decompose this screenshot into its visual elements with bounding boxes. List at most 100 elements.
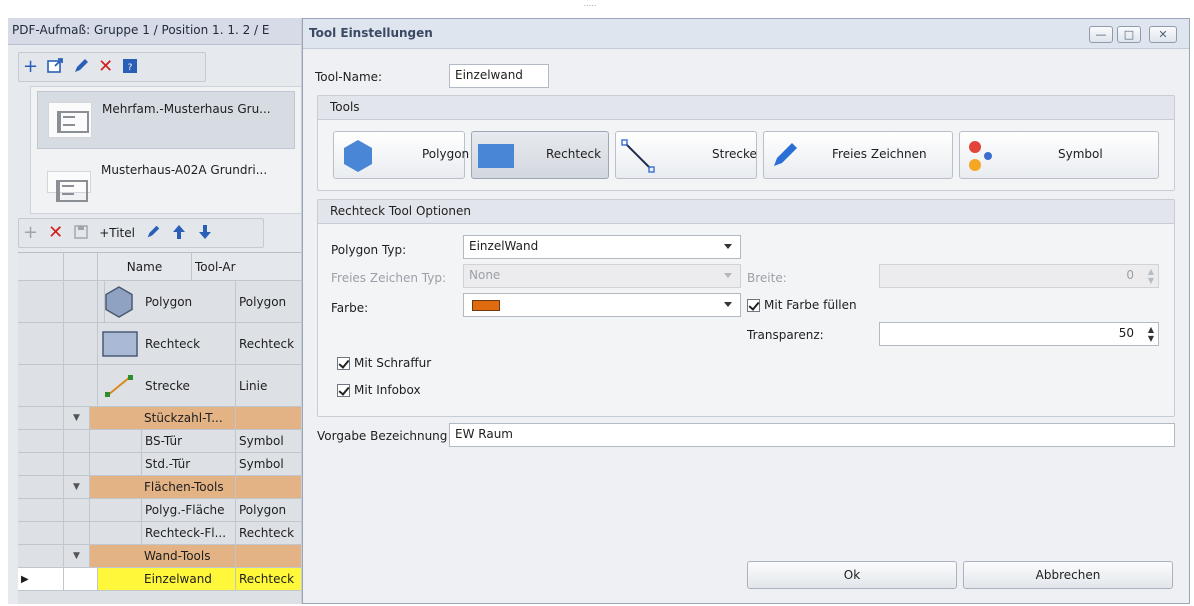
- group-name: Stückzahl-T...: [90, 407, 236, 429]
- collapse-icon[interactable]: ▼: [64, 407, 90, 429]
- svg-text:?: ?: [128, 63, 133, 73]
- row-spacer: [90, 522, 142, 544]
- cancel-button[interactable]: Abbrechen: [963, 561, 1173, 589]
- chevron-down-icon: [724, 244, 732, 249]
- arrow-up-icon[interactable]: [171, 224, 187, 243]
- document-name: Musterhaus-A02A Grundri...: [101, 163, 268, 177]
- row-spacer: [90, 453, 142, 475]
- collapse-icon[interactable]: ▼: [64, 545, 90, 567]
- checkbox-checked-icon: [337, 356, 350, 370]
- checkbox-checked-icon: [747, 298, 760, 312]
- row-indicator: [18, 323, 64, 364]
- spinner-icon: ▲ ▼: [1147, 267, 1154, 285]
- rectangle-icon: [102, 331, 138, 360]
- table-row[interactable]: BS-Tür Symbol: [18, 430, 301, 453]
- splitter-grip[interactable]: .....: [560, 0, 620, 8]
- row-name: Polygon: [142, 281, 236, 322]
- mit-farbe-checkbox[interactable]: Mit Farbe füllen: [747, 298, 857, 312]
- document-name: Mehrfam.-Musterhaus Gru...: [102, 102, 271, 116]
- table-row[interactable]: Rechteck Rechteck: [18, 323, 301, 365]
- tool-button-label: Rechteck: [546, 147, 602, 161]
- line-icon: [621, 139, 655, 173]
- vorgabe-input[interactable]: EW Raum: [449, 423, 1175, 447]
- line-icon: [104, 373, 134, 402]
- polygon-type-label: Polygon Typ:: [331, 243, 407, 257]
- polygon-type-value: EinzelWand: [469, 239, 539, 253]
- delete-icon[interactable]: ✕: [98, 58, 113, 76]
- freies-typ-label: Freies Zeichen Typ:: [331, 271, 447, 285]
- tool-button-polygon[interactable]: Polygon: [333, 131, 469, 179]
- collapse-icon[interactable]: ▼: [64, 476, 90, 498]
- transparenz-label: Transparenz:: [747, 328, 824, 342]
- mit-infobox-checkbox[interactable]: Mit Infobox: [337, 383, 421, 397]
- row-tool: Symbol: [236, 430, 301, 452]
- tool-button-label: Polygon: [422, 147, 470, 161]
- minimize-button[interactable]: —: [1089, 26, 1113, 43]
- chevron-down-icon: [724, 302, 732, 307]
- transparenz-spinner[interactable]: 50 ▲ ▼: [879, 322, 1159, 346]
- column-header-name[interactable]: Name: [98, 253, 192, 280]
- row-pointer-icon: ▶: [18, 568, 64, 590]
- hexagon-icon: [344, 140, 372, 172]
- row-indicator: [18, 499, 64, 521]
- table-row-selected[interactable]: ▶ Einzelwand Rechteck: [18, 568, 301, 591]
- arrow-down-icon[interactable]: [197, 224, 213, 243]
- tool-settings-dialog: Tool Einstellungen — □ ✕ Tool-Name: Einz…: [302, 18, 1190, 604]
- row-spacer: [64, 430, 90, 452]
- save-icon[interactable]: [73, 224, 89, 243]
- document-item[interactable]: Musterhaus-A02A Grundri...: [37, 153, 295, 211]
- table-row[interactable]: Strecke Linie: [18, 365, 301, 407]
- grid-toolbar: + ✕ +Titel: [18, 218, 264, 248]
- row-indicator: [18, 545, 64, 567]
- document-thumbnail: [47, 171, 91, 202]
- help-icon[interactable]: ?: [121, 57, 139, 78]
- row-spacer: [64, 453, 90, 475]
- row-spacer: [90, 499, 142, 521]
- row-spacer: [64, 499, 90, 521]
- row-spacer: [64, 365, 98, 406]
- hexagon-icon: [102, 285, 136, 322]
- row-name: BS-Tür: [142, 430, 236, 452]
- group-row[interactable]: ▼ Flächen-Tools: [18, 476, 301, 499]
- edit-icon[interactable]: [145, 224, 161, 243]
- options-group: Rechteck Tool Optionen: [317, 199, 1175, 417]
- tool-button-strecke[interactable]: Strecke: [615, 131, 757, 179]
- column-header-tool[interactable]: Tool-Ar: [192, 253, 301, 280]
- table-row[interactable]: Polygon Polygon: [18, 281, 301, 323]
- freies-typ-select[interactable]: None: [463, 264, 741, 288]
- row-tool: Polygon: [236, 499, 301, 521]
- breite-spinner[interactable]: 0 ▲ ▼: [879, 264, 1159, 288]
- farbe-select[interactable]: [463, 293, 741, 317]
- add-title-button[interactable]: +Titel: [99, 226, 135, 240]
- delete-icon[interactable]: ✕: [48, 224, 63, 242]
- panel-title: PDF-Aufmaß: Gruppe 1 / Position 1. 1. 2 …: [8, 18, 301, 45]
- maximize-button[interactable]: □: [1117, 26, 1141, 43]
- edit-icon[interactable]: [72, 57, 90, 78]
- tool-button-freies-zeichnen[interactable]: Freies Zeichnen: [763, 131, 953, 179]
- group-row[interactable]: ▼ Wand-Tools: [18, 545, 301, 568]
- table-row[interactable]: Rechteck-Fl... Rechteck: [18, 522, 301, 545]
- table-row[interactable]: Std.-Tür Symbol: [18, 453, 301, 476]
- tool-button-symbol[interactable]: Symbol: [959, 131, 1159, 179]
- breite-label: Breite:: [747, 271, 787, 285]
- document-thumbnail: [48, 102, 92, 138]
- polygon-type-select[interactable]: EinzelWand: [463, 235, 741, 259]
- mit-schraffur-checkbox[interactable]: Mit Schraffur: [337, 356, 431, 370]
- document-item[interactable]: Mehrfam.-Musterhaus Gru...: [37, 91, 295, 149]
- tool-button-rechteck[interactable]: Rechteck: [471, 131, 609, 179]
- table-row[interactable]: Polyg.-Fläche Polygon: [18, 499, 301, 522]
- import-icon[interactable]: [46, 57, 64, 78]
- close-button[interactable]: ✕: [1149, 26, 1177, 43]
- vorgabe-label: Vorgabe Bezeichnung: [317, 429, 448, 443]
- add-icon[interactable]: +: [23, 58, 38, 76]
- row-indicator: [18, 281, 64, 322]
- group-name: Wand-Tools: [90, 545, 236, 567]
- tool-button-label: Strecke: [712, 147, 757, 161]
- row-name: Rechteck-Fl...: [142, 522, 236, 544]
- group-row[interactable]: ▼ Stückzahl-T...: [18, 407, 301, 430]
- checkbox-checked-icon: [337, 383, 350, 397]
- add-icon[interactable]: +: [23, 224, 38, 242]
- ok-button[interactable]: Ok: [747, 561, 957, 589]
- tool-name-input[interactable]: Einzelwand: [449, 64, 549, 88]
- row-tool: Rechteck: [236, 323, 301, 364]
